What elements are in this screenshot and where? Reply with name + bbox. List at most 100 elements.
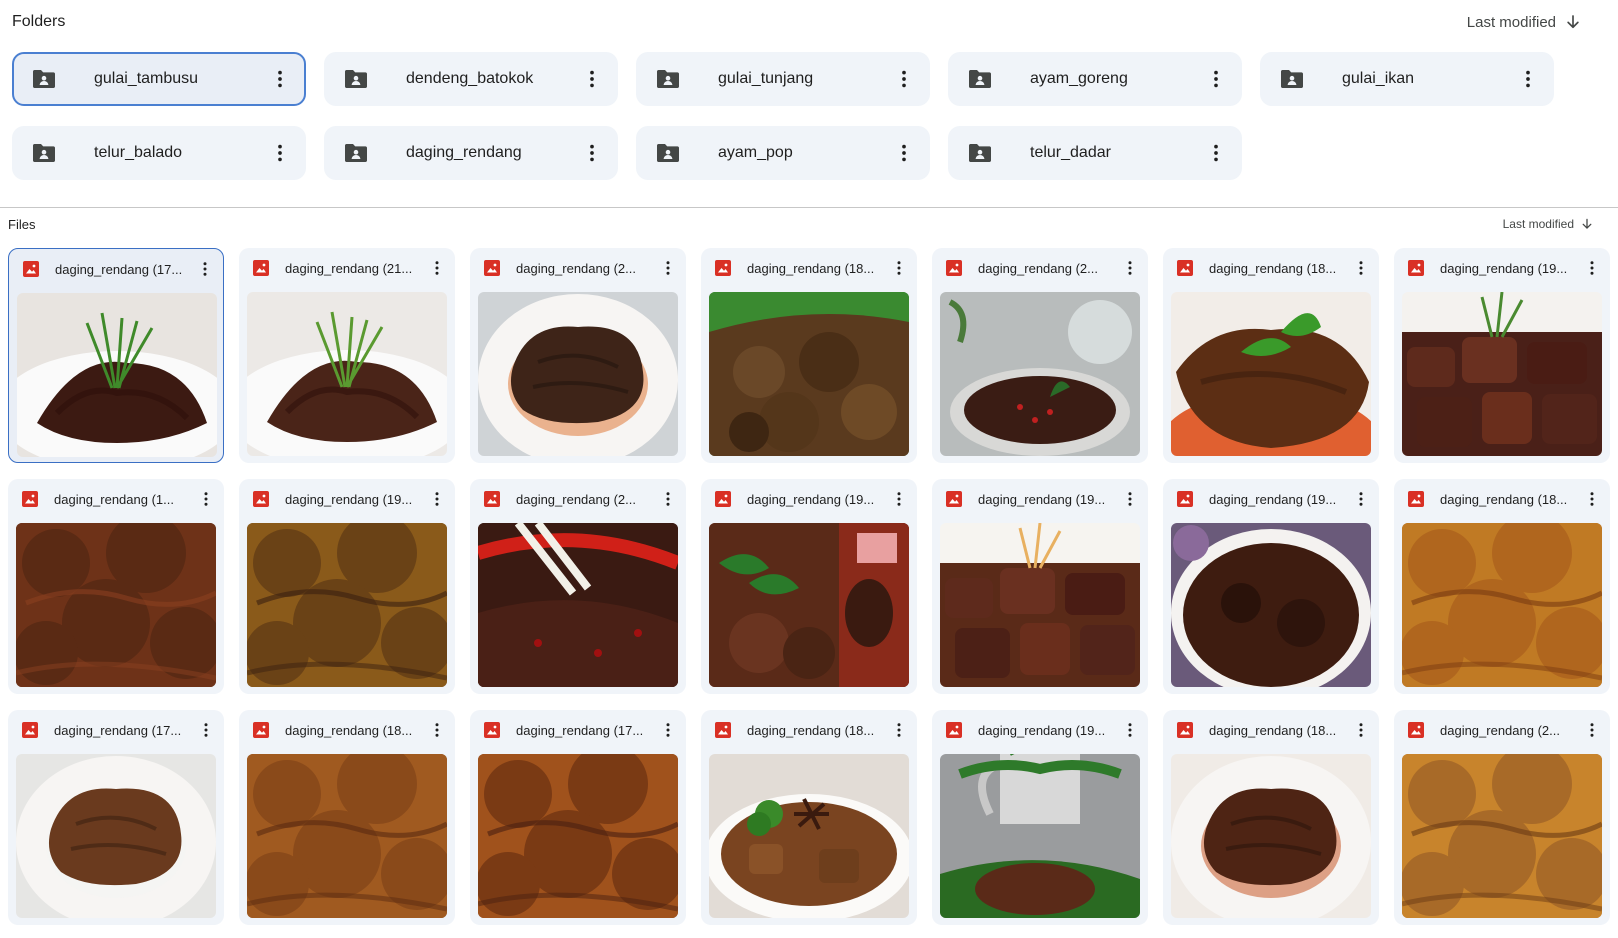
folder-item[interactable]: gulai_ikan	[1260, 52, 1554, 106]
drive-content: Folders Last modified gulai_tambusu dende…	[0, 0, 1618, 938]
more-options-icon[interactable]	[427, 720, 447, 740]
more-options-icon[interactable]	[892, 67, 916, 91]
file-card-header: daging_rendang (18...	[1177, 256, 1371, 280]
more-options-icon[interactable]	[427, 258, 447, 278]
file-card[interactable]: daging_rendang (17...	[8, 710, 224, 925]
file-card-header: daging_rendang (19...	[946, 718, 1140, 742]
file-thumbnail	[478, 523, 678, 687]
image-file-icon	[1408, 260, 1424, 276]
file-card-header: daging_rendang (17...	[23, 257, 215, 281]
folder-item[interactable]: telur_dadar	[948, 126, 1242, 180]
more-options-icon[interactable]	[1582, 489, 1602, 509]
more-options-icon[interactable]	[658, 720, 678, 740]
more-options-icon[interactable]	[195, 259, 215, 279]
more-options-icon[interactable]	[580, 67, 604, 91]
arrow-down-icon	[1567, 15, 1579, 29]
file-card[interactable]: daging_rendang (17...	[470, 710, 686, 925]
folder-name: ayam_pop	[718, 144, 793, 161]
file-card[interactable]: daging_rendang (1...	[8, 479, 224, 694]
more-options-icon[interactable]	[1120, 258, 1140, 278]
file-thumbnail	[1402, 523, 1602, 687]
file-card[interactable]: daging_rendang (18...	[1163, 248, 1379, 463]
image-file-icon	[22, 491, 38, 507]
image-file-icon	[715, 722, 731, 738]
more-options-icon[interactable]	[1204, 67, 1228, 91]
file-card[interactable]: daging_rendang (2...	[470, 248, 686, 463]
file-card[interactable]: daging_rendang (2...	[932, 248, 1148, 463]
file-card[interactable]: daging_rendang (18...	[1163, 710, 1379, 925]
file-thumbnail	[709, 523, 909, 687]
file-card[interactable]: daging_rendang (18...	[239, 710, 455, 925]
file-thumbnail	[1171, 523, 1371, 687]
file-card-header: daging_rendang (18...	[1408, 487, 1602, 511]
more-options-icon[interactable]	[427, 489, 447, 509]
file-card[interactable]: daging_rendang (2...	[1394, 710, 1610, 925]
file-name: daging_rendang (18...	[747, 722, 875, 738]
file-thumbnail	[1402, 754, 1602, 918]
shared-folder-icon	[969, 144, 991, 162]
file-name: daging_rendang (18...	[1209, 722, 1337, 738]
image-file-icon	[1408, 722, 1424, 738]
folder-name: dendeng_batokok	[406, 70, 534, 87]
more-options-icon[interactable]	[889, 258, 909, 278]
file-card-header: daging_rendang (1...	[22, 487, 216, 511]
folder-item[interactable]: gulai_tambusu	[12, 52, 306, 106]
files-sort-button[interactable]: Last modified	[1503, 217, 1594, 231]
file-name: daging_rendang (2...	[1440, 722, 1560, 738]
file-card[interactable]: daging_rendang (21...	[239, 248, 455, 463]
file-card[interactable]: daging_rendang (18...	[701, 248, 917, 463]
file-card[interactable]: daging_rendang (17...	[8, 248, 224, 463]
folders-sort-button[interactable]: Last modified	[1467, 13, 1582, 31]
file-name: daging_rendang (19...	[1209, 491, 1337, 507]
folder-item[interactable]: dendeng_batokok	[324, 52, 618, 106]
file-card[interactable]: daging_rendang (19...	[932, 479, 1148, 694]
more-options-icon[interactable]	[268, 67, 292, 91]
more-options-icon[interactable]	[1582, 720, 1602, 740]
more-options-icon[interactable]	[1351, 720, 1371, 740]
more-options-icon[interactable]	[1204, 141, 1228, 165]
file-card[interactable]: daging_rendang (19...	[932, 710, 1148, 925]
more-options-icon[interactable]	[658, 489, 678, 509]
more-options-icon[interactable]	[268, 141, 292, 165]
folder-name: ayam_goreng	[1030, 70, 1128, 87]
file-card[interactable]: daging_rendang (18...	[701, 710, 917, 925]
more-options-icon[interactable]	[1516, 67, 1540, 91]
folder-name: gulai_tambusu	[94, 70, 199, 87]
file-card-header: daging_rendang (17...	[484, 718, 678, 742]
more-options-icon[interactable]	[889, 489, 909, 509]
file-name: daging_rendang (21...	[285, 260, 413, 276]
more-options-icon[interactable]	[658, 258, 678, 278]
file-thumbnail	[709, 292, 909, 456]
file-name: daging_rendang (19...	[978, 491, 1106, 507]
file-card[interactable]: daging_rendang (19...	[1163, 479, 1379, 694]
more-options-icon[interactable]	[892, 141, 916, 165]
file-thumbnail	[940, 523, 1140, 687]
file-card[interactable]: daging_rendang (19...	[1394, 248, 1610, 463]
more-options-icon[interactable]	[196, 489, 216, 509]
folder-grid: gulai_tambusu dendeng_batokok gulai_tunjan…	[12, 52, 1554, 180]
file-thumbnail	[940, 292, 1140, 456]
more-options-icon[interactable]	[889, 720, 909, 740]
file-card[interactable]: daging_rendang (18...	[1394, 479, 1610, 694]
more-options-icon[interactable]	[1582, 258, 1602, 278]
folder-item[interactable]: ayam_goreng	[948, 52, 1242, 106]
more-options-icon[interactable]	[1120, 489, 1140, 509]
folder-item[interactable]: gulai_tunjang	[636, 52, 930, 106]
folder-item[interactable]: ayam_pop	[636, 126, 930, 180]
image-file-icon	[715, 491, 731, 507]
file-card[interactable]: daging_rendang (19...	[239, 479, 455, 694]
folder-item[interactable]: daging_rendang	[324, 126, 618, 180]
file-thumbnail	[709, 754, 909, 918]
more-options-icon[interactable]	[1120, 720, 1140, 740]
more-options-icon[interactable]	[1351, 489, 1371, 509]
image-file-icon	[23, 261, 39, 277]
folder-item[interactable]: telur_balado	[12, 126, 306, 180]
image-file-icon	[484, 260, 500, 276]
more-options-icon[interactable]	[580, 141, 604, 165]
more-options-icon[interactable]	[1351, 258, 1371, 278]
file-name: daging_rendang (1...	[54, 491, 174, 507]
file-card[interactable]: daging_rendang (19...	[701, 479, 917, 694]
more-options-icon[interactable]	[196, 720, 216, 740]
file-card[interactable]: daging_rendang (2...	[470, 479, 686, 694]
file-thumbnail	[247, 292, 447, 456]
